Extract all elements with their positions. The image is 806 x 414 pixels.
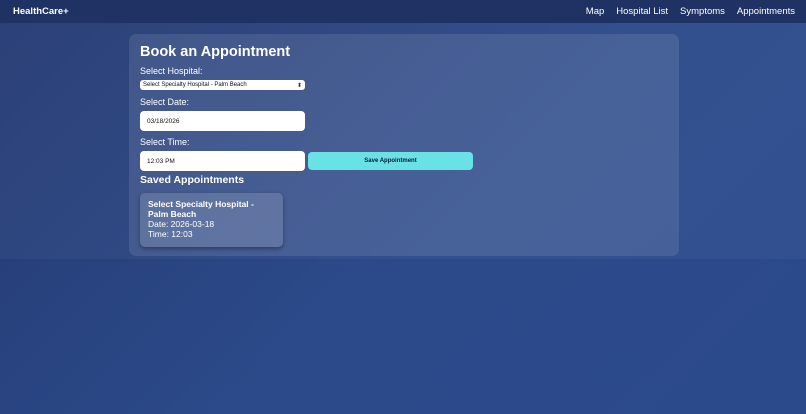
saved-appointment-item: Select Specialty Hospital - Palm Beach D… xyxy=(140,193,283,247)
time-input-value: 12:03 PM xyxy=(147,157,175,165)
saved-appointments-title: Saved Appointments xyxy=(140,174,245,186)
brand-logo[interactable]: HealthCare+ xyxy=(13,6,69,17)
chevron-updown-icon: ⬍ xyxy=(296,82,302,89)
time-label: Select Time: xyxy=(140,137,190,147)
hospital-select-value: Select Specialty Hospital - Palm Beach xyxy=(143,82,247,88)
hospital-select[interactable]: Select Specialty Hospital - Palm Beach ⬍ xyxy=(140,80,305,90)
nav-link-hospital-list[interactable]: Hospital List xyxy=(616,6,668,17)
appointment-hospital: Select Specialty Hospital - Palm Beach xyxy=(148,199,254,219)
nav-link-map[interactable]: Map xyxy=(586,6,604,17)
top-navbar: HealthCare+ Map Hospital List Symptoms A… xyxy=(0,0,806,23)
date-label: Select Date: xyxy=(140,97,190,107)
time-input[interactable]: 12:03 PM xyxy=(140,151,305,171)
appointment-date: Date: 2026-03-18 xyxy=(148,219,215,229)
nav-link-appointments[interactable]: Appointments xyxy=(737,6,795,17)
nav-links: Map Hospital List Symptoms Appointments xyxy=(586,6,795,17)
appointment-card: Book an Appointment Select Hospital: Sel… xyxy=(129,34,679,256)
nav-link-symptoms[interactable]: Symptoms xyxy=(680,6,725,17)
date-input[interactable]: 03/18/2026 xyxy=(140,111,305,131)
hospital-label: Select Hospital: xyxy=(140,66,203,76)
time-row: 12:03 PM Save Appointment xyxy=(140,151,668,171)
page-title: Book an Appointment xyxy=(140,44,291,60)
save-appointment-button[interactable]: Save Appointment xyxy=(308,152,473,170)
appointment-time: Time: 12:03 xyxy=(148,229,193,239)
date-input-value: 03/18/2026 xyxy=(147,117,180,125)
